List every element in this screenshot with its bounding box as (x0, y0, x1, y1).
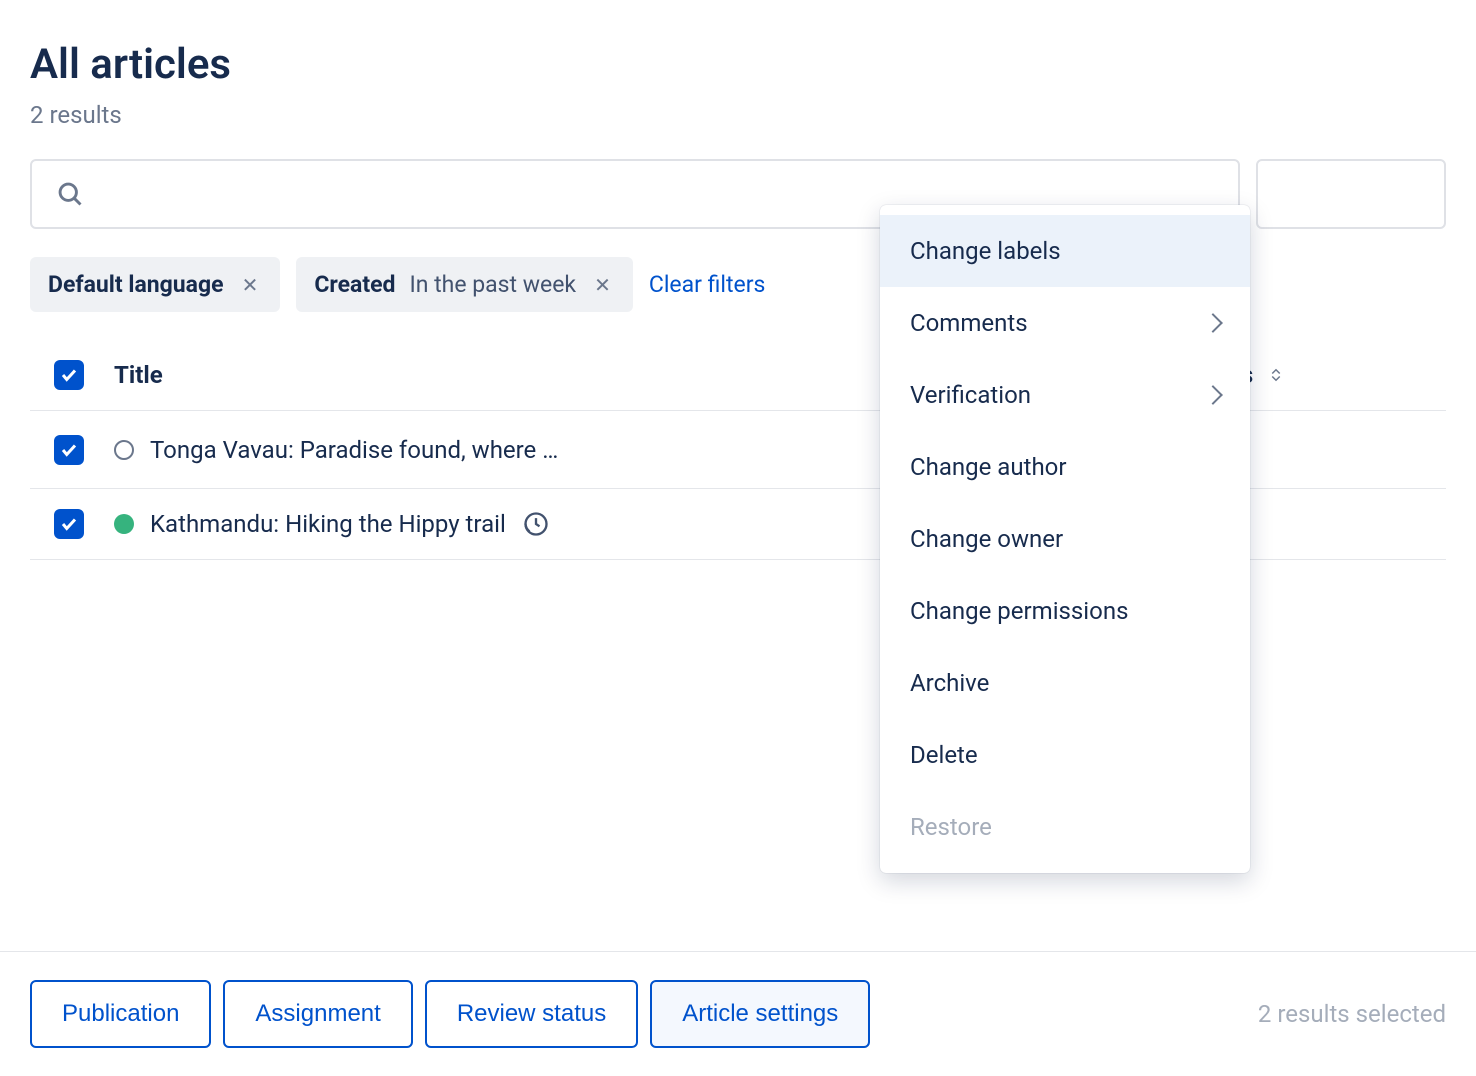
filter-chip[interactable]: Default language ✕ (30, 257, 280, 312)
row-checkbox[interactable] (54, 435, 84, 465)
dropdown-item-label: Change owner (910, 525, 1063, 553)
selected-count: 2 results selected (1258, 1000, 1446, 1028)
dropdown-item-label: Change author (910, 453, 1066, 481)
dropdown-item-verification[interactable]: Verification (880, 359, 1250, 431)
check-icon (60, 515, 78, 533)
article-title[interactable]: Tonga Vavau: Paradise found, where … (150, 436, 558, 464)
close-icon[interactable]: ✕ (238, 273, 263, 297)
dropdown-item-change-permissions[interactable]: Change permissions (880, 575, 1250, 647)
article-settings-dropdown: Change labels Comments Verification Change … (880, 205, 1250, 873)
assignment-button[interactable]: Assignment (223, 980, 412, 1048)
search-input[interactable] (100, 181, 1214, 207)
page-title: All articles (30, 40, 1446, 89)
check-icon (60, 366, 78, 384)
refresh-icon (522, 510, 550, 538)
article-title[interactable]: Kathmandu: Hiking the Hippy trail (150, 510, 506, 538)
bottom-action-bar: PublicationAssignmentReview statusArticl… (0, 951, 1476, 1076)
article-settings-button[interactable]: Article settings (650, 980, 870, 1048)
row-checkbox[interactable] (54, 509, 84, 539)
dropdown-item-comments[interactable]: Comments (880, 287, 1250, 359)
filter-chip-label: Created (314, 271, 395, 298)
status-dot-icon (114, 514, 134, 534)
dropdown-item-label: Verification (910, 381, 1031, 409)
filter-button[interactable] (1256, 159, 1446, 229)
review-status-button[interactable]: Review status (425, 980, 638, 1048)
filter-chip-label: Default language (48, 271, 224, 298)
dropdown-item-label: Change labels (910, 237, 1061, 265)
dropdown-item-change-owner[interactable]: Change owner (880, 503, 1250, 575)
chevron-right-icon (1203, 313, 1223, 333)
dropdown-item-archive[interactable]: Archive (880, 647, 1250, 719)
status-dot-icon (114, 440, 134, 460)
chevron-right-icon (1203, 385, 1223, 405)
dropdown-item-label: Delete (910, 741, 978, 769)
close-icon[interactable]: ✕ (590, 273, 615, 297)
filter-chip[interactable]: Created In the past week ✕ (296, 257, 633, 312)
publication-button[interactable]: Publication (30, 980, 211, 1048)
sort-outline-icon[interactable] (1267, 366, 1285, 384)
dropdown-item-change-author[interactable]: Change author (880, 431, 1250, 503)
column-header-title[interactable]: Title (114, 361, 163, 389)
clear-filters-link[interactable]: Clear filters (649, 271, 766, 298)
results-count: 2 results (30, 101, 1446, 129)
filter-chip-value: In the past week (409, 271, 576, 298)
dropdown-item-label: Archive (910, 669, 989, 697)
search-icon (56, 180, 84, 208)
select-all-checkbox[interactable] (54, 360, 84, 390)
dropdown-item-delete[interactable]: Delete (880, 719, 1250, 791)
dropdown-item-label: Comments (910, 309, 1028, 337)
check-icon (60, 441, 78, 459)
dropdown-item-restore: Restore (880, 791, 1250, 863)
dropdown-item-label: Restore (910, 813, 992, 841)
dropdown-item-label: Change permissions (910, 597, 1128, 625)
dropdown-item-change-labels[interactable]: Change labels (880, 215, 1250, 287)
